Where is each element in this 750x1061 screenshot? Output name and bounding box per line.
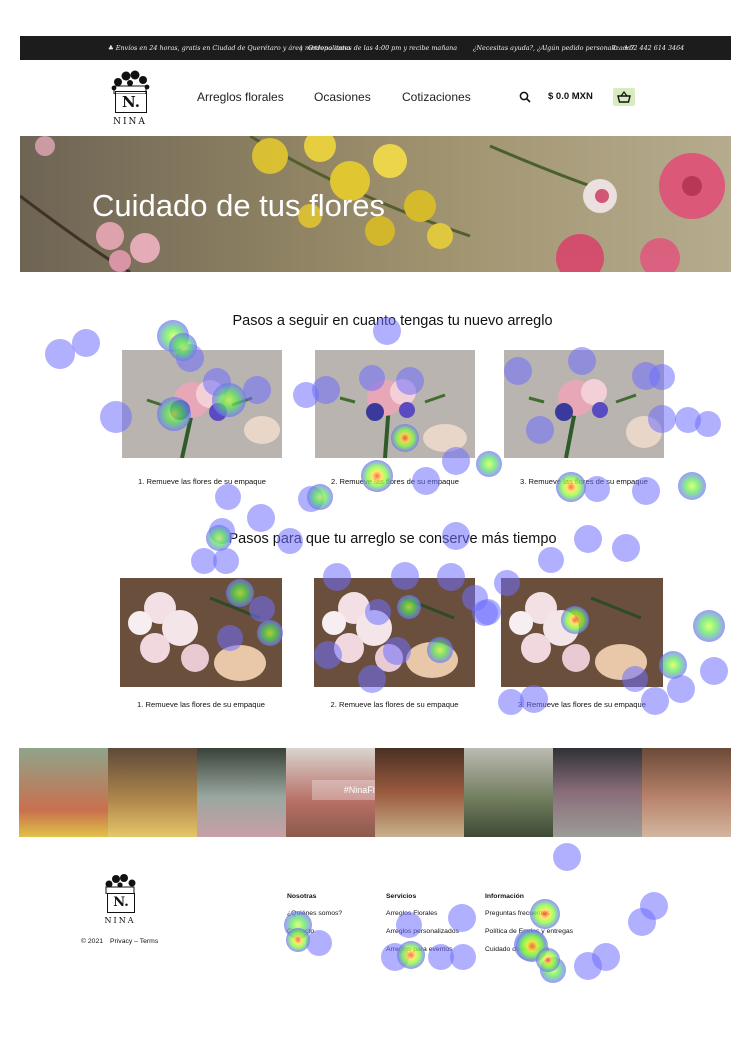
cart-button[interactable] (613, 88, 635, 106)
cart-total: $ 0.0 MXN (548, 91, 593, 102)
search-icon[interactable] (519, 90, 531, 108)
logo-monogram: N. (115, 91, 147, 113)
heat-spot (476, 451, 502, 477)
heat-spot (472, 600, 498, 626)
instagram-gallery[interactable]: #NinaFlorería (19, 748, 731, 837)
footer-link-quienes-somos[interactable]: ¿Quiénes somos? (287, 910, 342, 917)
heat-spot (450, 944, 476, 970)
gallery-photo[interactable] (19, 748, 108, 837)
step-image-3 (504, 350, 664, 458)
care-caption-2: 2. Remueve las flores de su empaque (330, 700, 459, 709)
footer-link-preguntas-frecuentes[interactable]: Preguntas frecuentes (485, 910, 550, 917)
heat-spot (45, 339, 75, 369)
footer-heading-informacion: Información (485, 893, 524, 900)
footer-heading-nosotras: Nosotras (287, 893, 317, 900)
heat-spot (678, 472, 706, 500)
footer-link-arreglos-personalizados[interactable]: Arreglos personalizados (386, 928, 459, 935)
care-image-1 (120, 578, 282, 687)
heat-spot (675, 407, 701, 433)
order-deadline-notice: Ordena antes de las 4:00 pm y recibe mañ… (308, 44, 458, 52)
heat-spot (667, 675, 695, 703)
step-caption-2: 2. Remueve las flores de su empaque (331, 477, 459, 486)
announcement-bar: ♣ Envíos en 24 horas, gratis en Ciudad d… (20, 36, 731, 60)
heat-spot (640, 892, 668, 920)
site-logo[interactable]: N. NINA (104, 68, 156, 130)
step-image-1 (122, 350, 282, 458)
care-caption-1: 1. Remueve las flores de su empaque (137, 700, 265, 709)
heat-spot (693, 610, 725, 642)
logo-wordmark: NINA (104, 916, 136, 925)
heat-spot (538, 547, 564, 573)
gallery-photo[interactable] (553, 748, 642, 837)
gallery-photo[interactable] (642, 748, 731, 837)
care-image-3 (501, 578, 663, 687)
nav-cotizaciones[interactable]: Cotizaciones (402, 90, 471, 104)
footer-heading-servicios: Servicios (386, 893, 417, 900)
care-caption-3: 3. Remueve las flores de su empaque (518, 700, 646, 709)
phone-number[interactable]: +52 442 614 3464 (624, 44, 684, 52)
section-title-longer-lasting: Pasos para que tu arreglo se conserve má… (228, 531, 557, 547)
footer-link-contacto[interactable]: Contacto (287, 928, 314, 935)
logo-wordmark: NINA (113, 117, 147, 127)
heat-spot (540, 957, 566, 983)
heat-spot (659, 651, 687, 679)
copyright: © 2021 (81, 938, 104, 945)
care-image-2 (314, 578, 475, 687)
basket-icon (617, 91, 631, 103)
topbar-separator: | (300, 44, 303, 52)
heat-spot (628, 908, 656, 936)
heat-spot (361, 460, 393, 492)
footer-logo[interactable]: N. NINA (97, 872, 143, 932)
step-caption-1: 1. Remueve las flores de su empaque (138, 477, 266, 486)
footer-link-arreglos-florales[interactable]: Arreglos Florales (386, 910, 437, 917)
floral-crest-icon (111, 70, 150, 95)
footer-link-politica-envios[interactable]: Política de Envíos y entregas (485, 928, 573, 935)
section-title-new-arrangement: Pasos a seguir en cuanto tengas tu nuevo… (232, 313, 553, 329)
gallery-photo[interactable] (108, 748, 197, 837)
heat-spot (307, 484, 333, 510)
heat-spot (298, 486, 324, 512)
heat-spot (247, 504, 275, 532)
heat-spot (191, 548, 217, 574)
hero-banner: Cuidado de tus flores (20, 136, 731, 272)
heat-spot (72, 329, 100, 357)
heat-spot (213, 548, 239, 574)
heat-spot (553, 843, 581, 871)
nav-arreglos-florales[interactable]: Arreglos florales (197, 90, 284, 104)
floral-crest-icon (105, 874, 136, 895)
page-title: Cuidado de tus flores (92, 188, 385, 223)
heat-spot (695, 411, 721, 437)
heat-spot (592, 943, 620, 971)
gallery-photo[interactable] (464, 748, 553, 837)
help-link[interactable]: ¿Necesitas ayuda?, ¿Algún pedido persona… (473, 44, 634, 52)
heat-spot (574, 952, 602, 980)
footer-link-arreglos-eventos[interactable]: Arreglos para eventos (386, 946, 453, 953)
phone-icon: ✆ (612, 44, 618, 52)
gallery-photo[interactable] (375, 748, 464, 837)
heat-spot (700, 657, 728, 685)
heat-spot (215, 484, 241, 510)
logo-monogram: N. (107, 893, 135, 913)
gallery-photo[interactable] (197, 748, 286, 837)
step-caption-3: 3. Remueve las flores de su empaque (520, 477, 648, 486)
footer-link-cuidado-flores[interactable]: Cuidado de tus flores (485, 946, 549, 953)
gallery-photo[interactable]: #NinaFlorería (286, 748, 375, 837)
step-image-2 (315, 350, 475, 458)
instagram-hashtag[interactable]: #NinaFlorería (312, 780, 375, 800)
nav-ocasiones[interactable]: Ocasiones (314, 90, 371, 104)
privacy-terms-link[interactable]: Privacy – Terms (110, 938, 158, 945)
heat-spot (475, 599, 501, 625)
flower-icon: ♣ (108, 44, 116, 52)
